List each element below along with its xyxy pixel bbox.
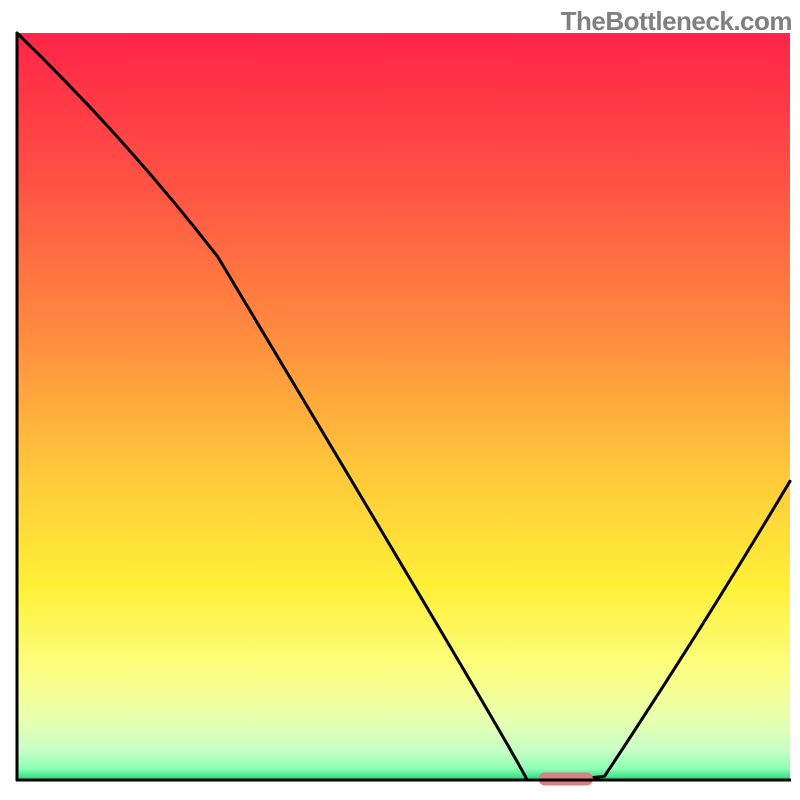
watermark-text: TheBottleneck.com	[561, 6, 792, 37]
bottleneck-chart: TheBottleneck.com	[0, 0, 800, 800]
chart-svg	[0, 0, 800, 800]
